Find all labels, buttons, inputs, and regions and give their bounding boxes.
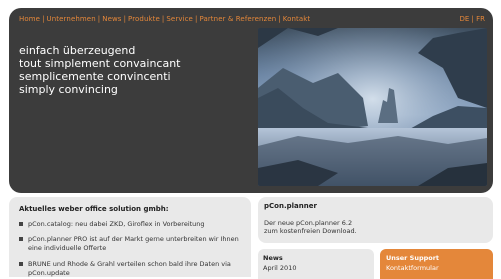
tagline-line-en: simply convincing — [19, 83, 118, 96]
tagline: einfach überzeugend tout simplement conv… — [19, 44, 181, 96]
lang-de-link[interactable]: DE — [459, 15, 469, 23]
news-list-panel: Aktuelles weber office solution gmbh: pC… — [9, 197, 251, 277]
tagline-line-it: semplicemente convincenti — [19, 70, 171, 83]
nav-item-kontakt[interactable]: Kontakt — [283, 15, 311, 23]
nav-separator: | — [278, 15, 281, 23]
news-date: April 2010 — [263, 264, 297, 272]
mountain-lake-illustration — [258, 28, 487, 186]
nav-separator: | — [97, 15, 101, 23]
lang-fr-link[interactable]: FR — [476, 15, 485, 23]
nav-item-partner[interactable]: Partner & Referenzen — [199, 15, 276, 23]
planner-line-1: Der neue pCon.planner 6.2 — [264, 219, 353, 227]
nav-separator: | — [123, 15, 127, 23]
planner-line-2: zum kostenfreien Download. — [264, 227, 357, 235]
news-item-text-cont: eine individuelle Offerte — [28, 244, 107, 252]
news-list-item[interactable]: BRUNE und Rhode & Grahl verteilen schon … — [19, 260, 243, 278]
tagline-line-fr: tout simplement convaincant — [19, 57, 181, 70]
news-title: News — [263, 254, 283, 262]
news-list-item[interactable]: pCon.planner PRO ist auf der Markt gerne… — [19, 235, 243, 253]
contact-form-link[interactable]: Kontaktformular — [386, 264, 439, 272]
nav-separator: | — [194, 15, 198, 23]
news-panel[interactable]: News April 2010 — [258, 249, 374, 279]
news-list-title: Aktuelles weber office solution gmbh: — [19, 205, 169, 213]
news-item-text: pCon.catalog: neu dabei ZKD, Giroflex in… — [28, 220, 205, 228]
nav-item-service[interactable]: Service — [166, 15, 193, 23]
nav-item-produkte[interactable]: Produkte — [128, 15, 160, 23]
bullet-square-icon — [19, 262, 23, 266]
support-title: Unser Support — [386, 254, 440, 262]
news-item-text: BRUNE und Rhode & Grahl verteilen schon … — [28, 260, 231, 268]
planner-description: Der neue pCon.planner 6.2 zum kostenfrei… — [264, 219, 357, 235]
nav-item-news[interactable]: News — [102, 15, 121, 23]
tagline-line-de: einfach überzeugend — [19, 44, 136, 57]
lang-separator: | — [471, 15, 474, 23]
news-item-text: pCon.planner PRO ist auf der Markt gerne… — [28, 235, 239, 243]
news-list-item[interactable]: pCon.catalog: neu dabei ZKD, Giroflex in… — [19, 220, 243, 229]
nav-item-home[interactable]: Home — [19, 15, 40, 23]
support-panel: Unser Support Kontaktformular — [380, 249, 493, 279]
mountain-lake-image — [258, 28, 487, 186]
bullet-square-icon — [19, 222, 23, 226]
bullet-square-icon — [19, 237, 23, 241]
nav-separator: | — [161, 15, 165, 23]
nav-separator: | — [42, 15, 45, 23]
planner-title: pCon.planner — [264, 202, 317, 210]
header-panel: Home | Unternehmen | News | Produkte | Service | P… — [9, 8, 493, 193]
nav-item-unternehmen[interactable]: Unternehmen — [47, 15, 96, 23]
language-switcher: DE | FR — [459, 15, 485, 23]
planner-panel[interactable]: pCon.planner Der neue pCon.planner 6.2 z… — [258, 197, 493, 243]
main-nav: Home | Unternehmen | News | Produkte | Service | P… — [19, 15, 310, 23]
news-item-text-cont: pCon.update — [28, 269, 70, 277]
